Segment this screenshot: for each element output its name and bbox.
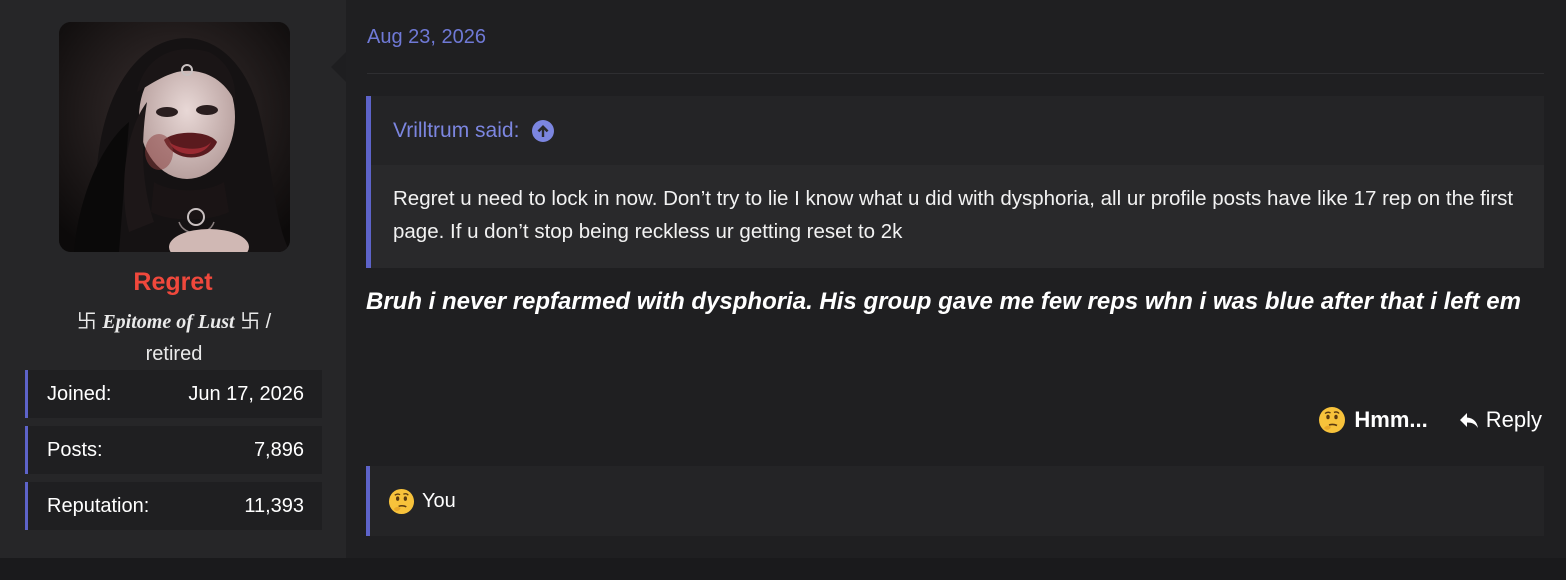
title-symbol: 卐: [76, 311, 97, 333]
message-post: Regret 卐 Epitome of Lust 卐 / retired Joi…: [0, 0, 1566, 558]
arrow-up-circle-icon[interactable]: [531, 119, 555, 143]
thinking-face-icon: [1319, 407, 1346, 433]
post-date[interactable]: Aug 23, 2026: [367, 26, 486, 49]
title-separator: /: [265, 311, 272, 333]
reply-icon: [1459, 413, 1478, 428]
quote-author[interactable]: Vrilltrum said:: [393, 119, 519, 143]
message-text: Bruh i never repfarmed with dysphoria. H…: [366, 288, 1521, 315]
user-title: 卐 Epitome of Lust 卐 / retired: [40, 306, 308, 366]
reaction-label: Hmm...: [1354, 407, 1428, 432]
reaction-button[interactable]: Hmm...: [1318, 406, 1428, 434]
post-pointer: [331, 52, 346, 82]
avatar[interactable]: [59, 22, 290, 252]
reply-label: Reply: [1485, 407, 1542, 432]
quote-block: Vrilltrum said: Regret u need to lock in…: [366, 96, 1544, 268]
stat-reputation: Reputation: 11,393: [25, 482, 322, 530]
stat-joined: Joined: Jun 17, 2026: [25, 370, 322, 418]
post-actions: Hmm... Reply: [1318, 406, 1542, 434]
stat-label: Reputation:: [47, 494, 150, 517]
message-main: Aug 23, 2026 Vrilltrum said: Regret u ne…: [346, 0, 1566, 558]
reactions-label[interactable]: You: [422, 490, 456, 513]
username[interactable]: Regret: [0, 268, 346, 297]
avatar-image: [59, 22, 290, 252]
stat-label: Posts:: [47, 438, 103, 461]
stat-value: 11,393: [244, 494, 304, 517]
stat-posts: Posts: 7,896: [25, 426, 322, 474]
stat-value: Jun 17, 2026: [188, 382, 304, 405]
divider: [367, 73, 1544, 74]
stat-label: Joined:: [47, 382, 112, 405]
title-symbol: 卐: [240, 311, 261, 333]
thinking-face-icon: [388, 488, 415, 514]
title-status: retired: [145, 343, 203, 365]
reactions-bar[interactable]: You: [366, 466, 1544, 536]
reply-button[interactable]: Reply: [1458, 407, 1542, 433]
stat-value: 7,896: [253, 438, 304, 461]
user-sidebar: Regret 卐 Epitome of Lust 卐 / retired Joi…: [0, 0, 346, 558]
quote-header[interactable]: Vrilltrum said:: [371, 96, 1544, 165]
bottom-strip: [0, 558, 1566, 580]
quote-body: Regret u need to lock in now. Don’t try …: [393, 187, 1514, 243]
title-fancy: Epitome of Lust: [102, 311, 235, 333]
